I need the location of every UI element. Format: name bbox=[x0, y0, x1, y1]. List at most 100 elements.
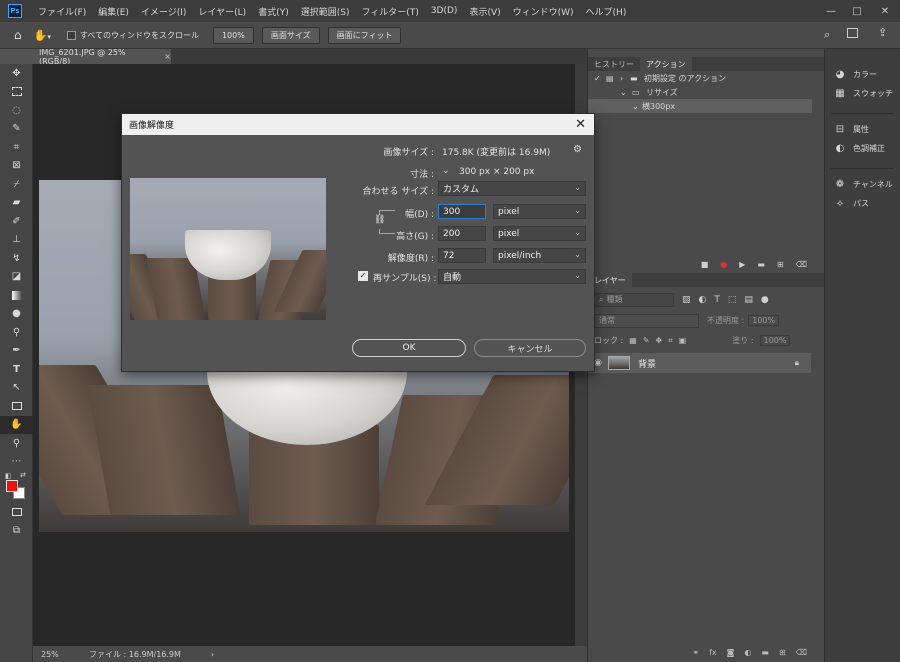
record-icon[interactable]: ● bbox=[720, 260, 727, 269]
history-brush-tool-icon[interactable]: ↯ bbox=[0, 249, 33, 268]
link-layers-icon[interactable]: ⚭ bbox=[692, 648, 699, 657]
pen-tool-icon[interactable]: ✒ bbox=[0, 342, 33, 361]
menu-file[interactable]: ファイル(F) bbox=[32, 5, 92, 18]
screen-mode-icon[interactable]: ⧉ bbox=[0, 522, 33, 541]
menu-help[interactable]: ヘルプ(H) bbox=[580, 5, 633, 18]
dock-properties[interactable]: ⊟ 属性 bbox=[825, 120, 900, 139]
eraser-tool-icon[interactable]: ◪ bbox=[0, 268, 33, 287]
cancel-button[interactable]: キャンセル bbox=[474, 339, 586, 357]
frame-tool-icon[interactable]: ⊠ bbox=[0, 157, 33, 176]
delete-layer-icon[interactable]: ⌫ bbox=[796, 648, 807, 657]
share-icon[interactable]: ⇪ bbox=[878, 26, 887, 39]
minimize-button[interactable]: — bbox=[818, 0, 844, 22]
gradient-tool-icon[interactable] bbox=[0, 286, 33, 305]
quick-select-tool-icon[interactable]: ✎ bbox=[0, 120, 33, 139]
brush-tool-icon[interactable]: ✐ bbox=[0, 212, 33, 231]
menu-type[interactable]: 書式(Y) bbox=[252, 5, 295, 18]
menu-edit[interactable]: 編集(E) bbox=[92, 5, 135, 18]
status-zoom[interactable]: 25% bbox=[41, 650, 81, 659]
quick-mask-icon[interactable] bbox=[0, 503, 33, 522]
filter-shape-icon[interactable]: ⬚ bbox=[728, 295, 737, 305]
lasso-tool-icon[interactable]: ◌ bbox=[0, 101, 33, 120]
status-chevron-icon[interactable]: › bbox=[211, 650, 214, 659]
home-icon[interactable]: ⌂ bbox=[14, 28, 22, 42]
filter-smart-icon[interactable]: ▤ bbox=[744, 295, 753, 305]
resample-select[interactable]: 自動 ⌄ bbox=[438, 269, 586, 284]
menu-filter[interactable]: フィルター(T) bbox=[355, 5, 424, 18]
scroll-all-windows-checkbox[interactable] bbox=[66, 30, 76, 40]
blend-mode-select[interactable]: 通常 bbox=[594, 313, 699, 328]
action-step-row[interactable]: ⌄ 横300px bbox=[588, 99, 812, 113]
swap-colors-icon[interactable]: ⇄ bbox=[20, 471, 26, 479]
lock-transparency-icon[interactable]: ▦ bbox=[629, 336, 637, 345]
new-group-icon[interactable]: ▬ bbox=[761, 648, 769, 657]
healing-brush-tool-icon[interactable]: ▰ bbox=[0, 194, 33, 213]
document-tab-close-icon[interactable]: × bbox=[164, 52, 171, 61]
close-window-button[interactable]: ✕ bbox=[872, 0, 898, 22]
adjustment-layer-icon[interactable]: ◐ bbox=[744, 648, 751, 657]
new-layer-icon[interactable]: ⊞ bbox=[779, 648, 786, 657]
height-input[interactable]: 200 bbox=[438, 226, 486, 241]
lock-all-icon[interactable]: ▣ bbox=[679, 336, 687, 345]
layer-fx-icon[interactable]: fx bbox=[709, 648, 717, 657]
width-unit-select[interactable]: pixel ⌄ bbox=[493, 204, 586, 219]
default-colors-icon[interactable]: ◧ bbox=[5, 472, 12, 480]
ok-button[interactable]: OK bbox=[352, 339, 466, 357]
expand-chevron-icon[interactable]: › bbox=[620, 74, 630, 83]
search-icon[interactable]: ⌕ bbox=[824, 28, 830, 42]
filter-toggle-icon[interactable]: ● bbox=[761, 295, 769, 305]
fit-screen-button[interactable]: 画面サイズ bbox=[261, 26, 320, 44]
layer-mask-icon[interactable]: ◙ bbox=[727, 648, 735, 657]
filter-pixel-icon[interactable]: ▨ bbox=[682, 295, 691, 305]
eyedropper-tool-icon[interactable]: ⌿ bbox=[0, 175, 33, 194]
resolution-unit-select[interactable]: pixel/inch ⌄ bbox=[493, 248, 586, 263]
opacity-field[interactable]: 100% bbox=[748, 315, 780, 326]
menu-layer[interactable]: レイヤー(L) bbox=[192, 5, 252, 18]
dialog-close-icon[interactable]: ✕ bbox=[575, 117, 586, 132]
blur-tool-icon[interactable]: ● bbox=[0, 305, 33, 324]
move-tool-icon[interactable]: ✥ bbox=[0, 64, 33, 83]
checkmark-icon[interactable]: ✓ bbox=[594, 74, 606, 83]
lock-move-icon[interactable]: ✥ bbox=[656, 336, 663, 345]
dialog-toggle-icon[interactable]: ▤ bbox=[606, 74, 620, 83]
dodge-tool-icon[interactable]: ⚲ bbox=[0, 323, 33, 342]
layer-row-background[interactable]: ◉ 背景 🔒︎ bbox=[588, 353, 811, 373]
fill-field[interactable]: 100% bbox=[759, 335, 791, 346]
zoom-100-button[interactable]: 100% bbox=[212, 26, 254, 44]
marquee-tool-icon[interactable] bbox=[0, 83, 33, 102]
width-input[interactable]: 300 bbox=[438, 204, 486, 219]
dock-paths[interactable]: ⟡ パス bbox=[825, 194, 900, 213]
dialog-preview-image[interactable] bbox=[130, 178, 326, 320]
new-set-icon[interactable]: ▬ bbox=[757, 260, 765, 269]
resolution-input[interactable]: 72 bbox=[438, 248, 486, 263]
more-tools-icon[interactable]: ⋯ bbox=[0, 453, 33, 472]
layer-kind-select[interactable]: ⌕ 種類 bbox=[594, 292, 674, 307]
foreground-color-swatch[interactable] bbox=[6, 480, 18, 492]
dock-channels[interactable]: ❁ チャンネル bbox=[825, 175, 900, 194]
filter-adjustment-icon[interactable]: ◐ bbox=[699, 295, 707, 305]
delete-icon[interactable]: ⌫ bbox=[796, 260, 807, 269]
menu-window[interactable]: ウィンドウ(W) bbox=[507, 5, 580, 18]
tab-actions[interactable]: アクション bbox=[640, 57, 692, 71]
menu-3d[interactable]: 3D(D) bbox=[425, 6, 464, 16]
height-unit-select[interactable]: pixel ⌄ bbox=[493, 226, 586, 241]
collapse-chevron-icon[interactable]: ⌄ bbox=[632, 102, 642, 111]
workspace-icon[interactable] bbox=[847, 28, 858, 38]
lock-brush-icon[interactable]: ✎ bbox=[643, 336, 650, 345]
stop-icon[interactable]: ■ bbox=[701, 260, 709, 269]
tab-history[interactable]: ヒストリー bbox=[588, 57, 640, 71]
maximize-button[interactable]: □ bbox=[844, 0, 870, 22]
clone-stamp-tool-icon[interactable]: ⊥ bbox=[0, 231, 33, 250]
menu-select[interactable]: 選択範囲(S) bbox=[295, 5, 356, 18]
fill-screen-button[interactable]: 画面にフィット bbox=[327, 26, 402, 44]
path-selection-tool-icon[interactable]: ↖ bbox=[0, 379, 33, 398]
crop-tool-icon[interactable]: ⌗ bbox=[0, 138, 33, 157]
rectangle-tool-icon[interactable] bbox=[0, 397, 33, 416]
action-set-row[interactable]: ✓ ▤ › ▬ 初期設定 のアクション bbox=[588, 71, 824, 85]
menu-image[interactable]: イメージ(I) bbox=[135, 5, 193, 18]
layer-name[interactable]: 背景 bbox=[638, 357, 656, 370]
action-row[interactable]: ⌄ ▭ リサイズ bbox=[588, 85, 824, 99]
dock-adjustments[interactable]: ◐ 色調補正 bbox=[825, 139, 900, 158]
collapse-chevron-icon[interactable]: ⌄ bbox=[620, 88, 632, 97]
color-swatches[interactable]: ◧ ⇄ bbox=[0, 471, 33, 503]
